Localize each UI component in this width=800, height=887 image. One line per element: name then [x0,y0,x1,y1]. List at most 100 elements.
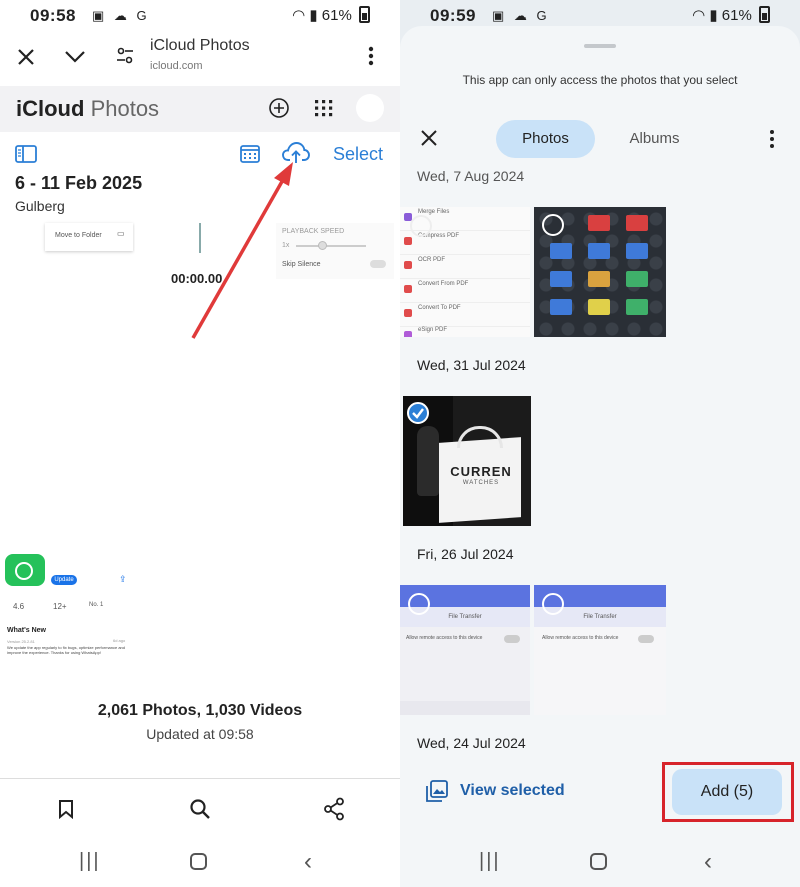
status-icons-right: ◠ ▮ 61% [692,6,770,24]
more-vert-icon[interactable] [368,46,374,66]
system-nav-bar: ||| ‹ [400,840,800,886]
photo-thumbnail[interactable]: File Transfer Allow remote access to thi… [400,585,530,715]
right-screenshot: 09:59 ▣ ☁ G ◠ ▮ 61% This app can only ac… [400,0,800,887]
date-range-heading: 6 - 11 Feb 2025 [15,173,143,193]
thumb-text: Skip Silence [282,261,321,268]
tab-title: iCloud Photos [150,37,250,54]
signal-icon: ▮ [309,7,318,24]
thumb-text: PLAYBACK SPEED [282,228,345,235]
view-selected-button[interactable]: View selected [460,782,565,800]
select-button[interactable]: Select [333,144,383,165]
browser-bottom-nav [0,778,400,840]
bag-brand-text: CURREN [450,464,512,479]
icloud-brand: iCloud [16,96,85,121]
whatsapp-logo-icon [5,554,45,586]
location-label: Gulberg [15,198,65,214]
date-header: Wed, 24 Jul 2024 [417,735,526,751]
thumb-text: 4.6 [13,602,25,611]
battery-percent: 61% [721,7,752,24]
site-settings-icon[interactable] [115,46,135,66]
toggle [370,260,386,268]
status-bar: 09:58 ▣ ☁ G ◠ ▮ 61% [0,0,400,32]
left-screenshot: 09:58 ▣ ☁ G ◠ ▮ 61% iCloud Photos icloud… [0,0,400,887]
selected-check-icon[interactable] [407,402,429,424]
wifi-icon: ◠ [692,7,706,24]
selection-circle[interactable] [542,593,564,615]
updated-time: Updated at 09:58 [146,726,254,742]
library-counts: 2,061 Photos, 1,030 Videos [97,702,303,719]
photo-thumbnail[interactable]: Merge Files Compress PDF OCR PDF Convert… [400,207,530,337]
recents-icon[interactable]: ||| [79,850,101,873]
system-nav-bar: ||| ‹ [0,840,400,886]
chevron-down-icon[interactable] [64,49,86,65]
date-header: Fri, 26 Jul 2024 [417,546,514,562]
notification-icons: ▣ ☁ G [92,8,150,23]
home-icon[interactable] [190,853,207,870]
notification-icons: ▣ ☁ G [492,8,550,23]
sidebar-toggle-icon[interactable] [15,145,37,163]
battery-icon [359,6,370,23]
photo-thumbnail[interactable] [276,281,394,311]
photo-thumbnail[interactable]: Update ⇪ 4.6 12+ No. 1 What's New Versio… [3,554,135,666]
selection-circle[interactable] [410,215,432,237]
thumb-timer: 00:00.00 [171,271,223,286]
more-vert-icon[interactable] [769,129,775,149]
thumb-text: 1x [282,242,290,249]
search-icon[interactable] [189,798,211,820]
icloud-section: Photos [90,96,160,121]
folder-icon: ▭ [117,229,125,238]
icloud-logo: iCloud Photos [16,96,159,122]
tab-albums[interactable]: Albums [605,120,704,158]
thumb-text: What's New [7,627,47,634]
selection-circle[interactable] [542,214,564,236]
date-header: Wed, 7 Aug 2024 [417,168,525,184]
wifi-icon: ◠ [292,7,306,24]
status-icons-right: ◠ ▮ 61% [292,6,370,24]
back-icon[interactable]: ‹ [704,848,712,876]
update-chip: Update [51,575,77,585]
tab-url[interactable]: icloud.com [150,60,203,72]
slider-thumb [318,241,327,250]
upload-cloud-icon[interactable] [282,141,310,165]
photo-thumbnail[interactable]: PLAYBACK SPEED 1x Skip Silence [276,223,394,279]
thumb-text: Version 25.2.81 [7,639,35,644]
thumb-text: 6d ago [113,638,126,643]
thumb-text: 12+ [53,602,67,611]
photo-thumbnail[interactable]: Move to Folder ▭ [45,223,133,251]
close-icon[interactable] [421,130,437,146]
status-time: 09:58 [30,6,76,25]
access-notice: This app can only access the photos that… [462,73,738,87]
tab-photos[interactable]: Photos [496,120,595,158]
home-icon[interactable] [590,853,607,870]
avatar[interactable] [356,94,384,122]
signal-icon: ▮ [709,7,718,24]
bookmark-icon[interactable] [58,799,74,819]
highlight-box [662,762,794,822]
battery-icon [759,6,770,23]
playhead-line [199,223,201,253]
share-icon: ⇪ [119,574,127,584]
battery-percent: 61% [321,7,352,24]
drag-handle[interactable] [584,44,616,48]
recents-icon[interactable]: ||| [479,850,501,873]
share-icon[interactable] [323,797,345,821]
gallery-icon[interactable] [426,780,448,802]
back-icon[interactable]: ‹ [304,848,312,876]
slider-track [296,245,366,247]
thumb-text: We update the app regularly to fix bugs,… [7,645,125,655]
thumb-text: No. 1 [89,602,104,608]
photo-thumbnail[interactable]: CURREN WATCHES [403,396,531,526]
date-header: Wed, 31 Jul 2024 [417,357,526,373]
calendar-view-icon[interactable] [240,144,260,163]
close-icon[interactable] [16,47,36,67]
selection-circle[interactable] [408,593,430,615]
photo-thumbnail[interactable]: 00:00.00 [135,223,267,311]
add-icon[interactable] [268,97,290,119]
thumb-text: Move to Folder [55,232,102,239]
photo-thumbnail[interactable]: File Transfer Allow remote access to thi… [534,585,666,715]
status-time: 09:59 [430,6,476,25]
photo-thumbnail[interactable] [534,207,666,337]
app-grid-icon[interactable] [314,99,334,117]
bag-sub-text: WATCHES [462,480,500,486]
annotation-arrow [191,162,293,339]
